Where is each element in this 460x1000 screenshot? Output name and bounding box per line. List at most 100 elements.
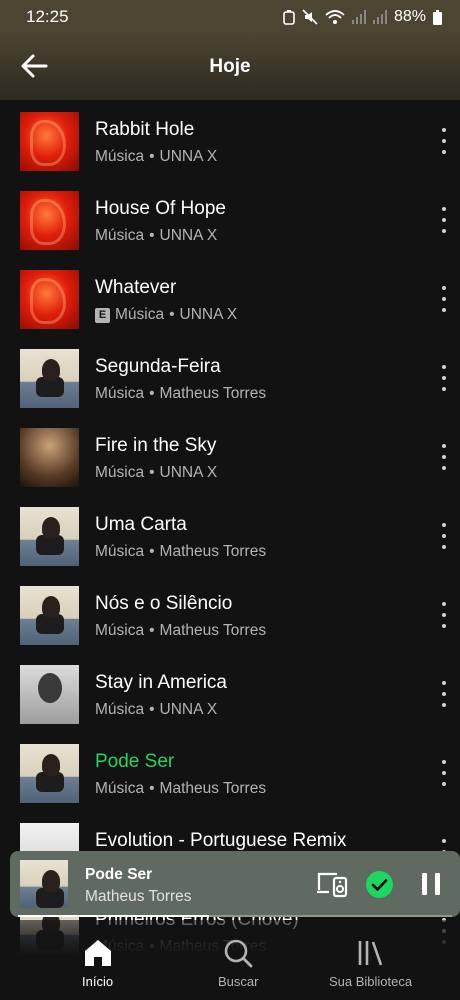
track-row[interactable]: Whatever E Música • UNNA X: [0, 258, 460, 337]
separator-dot: •: [149, 543, 154, 561]
track-subtitle: Música•UNNA X: [95, 227, 217, 245]
track-row[interactable]: Stay in America Música • UNNA X: [0, 653, 460, 732]
track-title: Segunda-Feira: [95, 356, 221, 378]
track-title: House Of Hope: [95, 198, 226, 220]
track-artist: Matheus Torres: [160, 543, 267, 561]
track-title: Nós e o Silêncio: [95, 593, 232, 615]
track-type: Música: [95, 701, 144, 719]
back-arrow-icon[interactable]: [18, 50, 50, 82]
track-subtitle: Música • Matheus Torres: [95, 543, 266, 561]
tab-search-label: Buscar: [218, 974, 258, 989]
tab-home[interactable]: Início: [82, 938, 113, 989]
track-title: Whatever: [95, 277, 176, 299]
now-playing-cover: [20, 860, 68, 908]
more-options-icon[interactable]: [437, 681, 451, 707]
track-cover: [20, 428, 79, 487]
track-artist: UNNA X: [160, 701, 218, 719]
signal-2-icon: [373, 10, 387, 24]
more-options-icon[interactable]: [437, 128, 451, 154]
track-artist: Matheus Torres: [160, 385, 267, 403]
added-check-icon[interactable]: [366, 871, 393, 898]
track-type: Música: [95, 543, 144, 561]
track-subtitle: Música • UNNA X: [95, 701, 217, 719]
page-header: Hoje: [0, 34, 460, 100]
track-row[interactable]: Fire in the Sky Música • UNNA X: [0, 416, 460, 495]
track-title: Pode Ser: [95, 751, 174, 773]
track-artist: UNNA X: [160, 148, 218, 166]
tab-search[interactable]: Buscar: [218, 938, 258, 989]
track-type: Música: [95, 464, 144, 482]
track-cover: [20, 744, 79, 803]
status-bar: 12:25 88%: [0, 0, 460, 34]
separator-dot: •: [149, 148, 154, 166]
separator-dot: •: [149, 464, 154, 482]
track-subtitle: Música • UNNA X: [95, 148, 217, 166]
track-type: Música: [95, 780, 144, 798]
track-subtitle: Música • Matheus Torres: [95, 622, 266, 640]
tab-home-label: Início: [82, 974, 113, 989]
track-cover: [20, 112, 79, 171]
track-title: Stay in America: [95, 672, 227, 694]
library-icon: [356, 938, 386, 968]
track-cover: [20, 191, 79, 250]
separator-dot: •: [149, 622, 154, 640]
now-playing-title: Pode Ser: [85, 866, 152, 884]
more-options-icon[interactable]: [437, 523, 451, 549]
track-artist: UNNA X: [160, 464, 218, 482]
mute-icon: [302, 9, 318, 25]
more-options-icon[interactable]: [437, 207, 451, 233]
track-row[interactable]: Pode Ser Música • Matheus Torres: [0, 732, 460, 811]
now-playing-bar[interactable]: Pode Ser Matheus Torres: [10, 851, 460, 917]
track-subtitle: E Música • UNNA X: [95, 306, 237, 324]
connect-device-icon[interactable]: [316, 870, 348, 898]
tab-library[interactable]: Sua Biblioteca: [329, 938, 412, 989]
wifi-icon: [325, 9, 345, 25]
alarm-icon: [283, 10, 295, 25]
pause-icon[interactable]: [419, 872, 443, 896]
playback-progress-fill: [18, 915, 209, 917]
track-title: Uma Carta: [95, 514, 187, 536]
track-cover: [20, 586, 79, 645]
home-icon: [83, 938, 113, 968]
now-playing-artist: Matheus Torres: [85, 888, 192, 906]
track-type: Música: [95, 622, 144, 640]
track-subtitle: Música • Matheus Torres: [95, 780, 266, 798]
search-icon: [223, 938, 253, 968]
separator-dot: •: [169, 306, 174, 324]
playback-progress[interactable]: [18, 915, 452, 917]
track-type: Música: [95, 385, 144, 403]
bottom-nav: Início Buscar Sua Biblioteca: [0, 920, 460, 1000]
separator-dot: •: [149, 701, 154, 719]
battery-percent: 88%: [394, 8, 426, 26]
separator-dot: •: [149, 385, 154, 403]
track-type: Música: [115, 306, 164, 324]
track-artist: Matheus Torres: [160, 780, 267, 798]
track-cover: [20, 349, 79, 408]
more-options-icon[interactable]: [437, 760, 451, 786]
track-row[interactable]: Rabbit Hole Música • UNNA X: [0, 100, 460, 179]
tab-library-label: Sua Biblioteca: [329, 974, 412, 989]
track-type: Música: [95, 227, 144, 245]
separator-dot: •: [149, 780, 154, 798]
status-time: 12:25: [26, 7, 69, 27]
track-cover: [20, 270, 79, 329]
page-title: Hoje: [0, 56, 460, 78]
track-row[interactable]: Nós e o Silêncio Música • Matheus Torres: [0, 574, 460, 653]
track-subtitle: Música • Matheus Torres: [95, 385, 266, 403]
track-artist: UNNA X: [180, 306, 238, 324]
more-options-icon[interactable]: [437, 286, 451, 312]
signal-icon: [352, 10, 366, 24]
track-cover: [20, 665, 79, 724]
explicit-badge: E: [95, 308, 110, 323]
track-row[interactable]: House Of Hope Música•UNNA X: [0, 179, 460, 258]
track-type: Música: [95, 148, 144, 166]
track-artist: Matheus Torres: [160, 622, 267, 640]
track-row[interactable]: Uma Carta Música • Matheus Torres: [0, 495, 460, 574]
more-options-icon[interactable]: [437, 365, 451, 391]
track-title: Evolution - Portuguese Remix: [95, 830, 346, 852]
more-options-icon[interactable]: [437, 602, 451, 628]
track-title: Rabbit Hole: [95, 119, 194, 141]
track-row[interactable]: Segunda-Feira Música • Matheus Torres: [0, 337, 460, 416]
track-title: Fire in the Sky: [95, 435, 216, 457]
more-options-icon[interactable]: [437, 444, 451, 470]
